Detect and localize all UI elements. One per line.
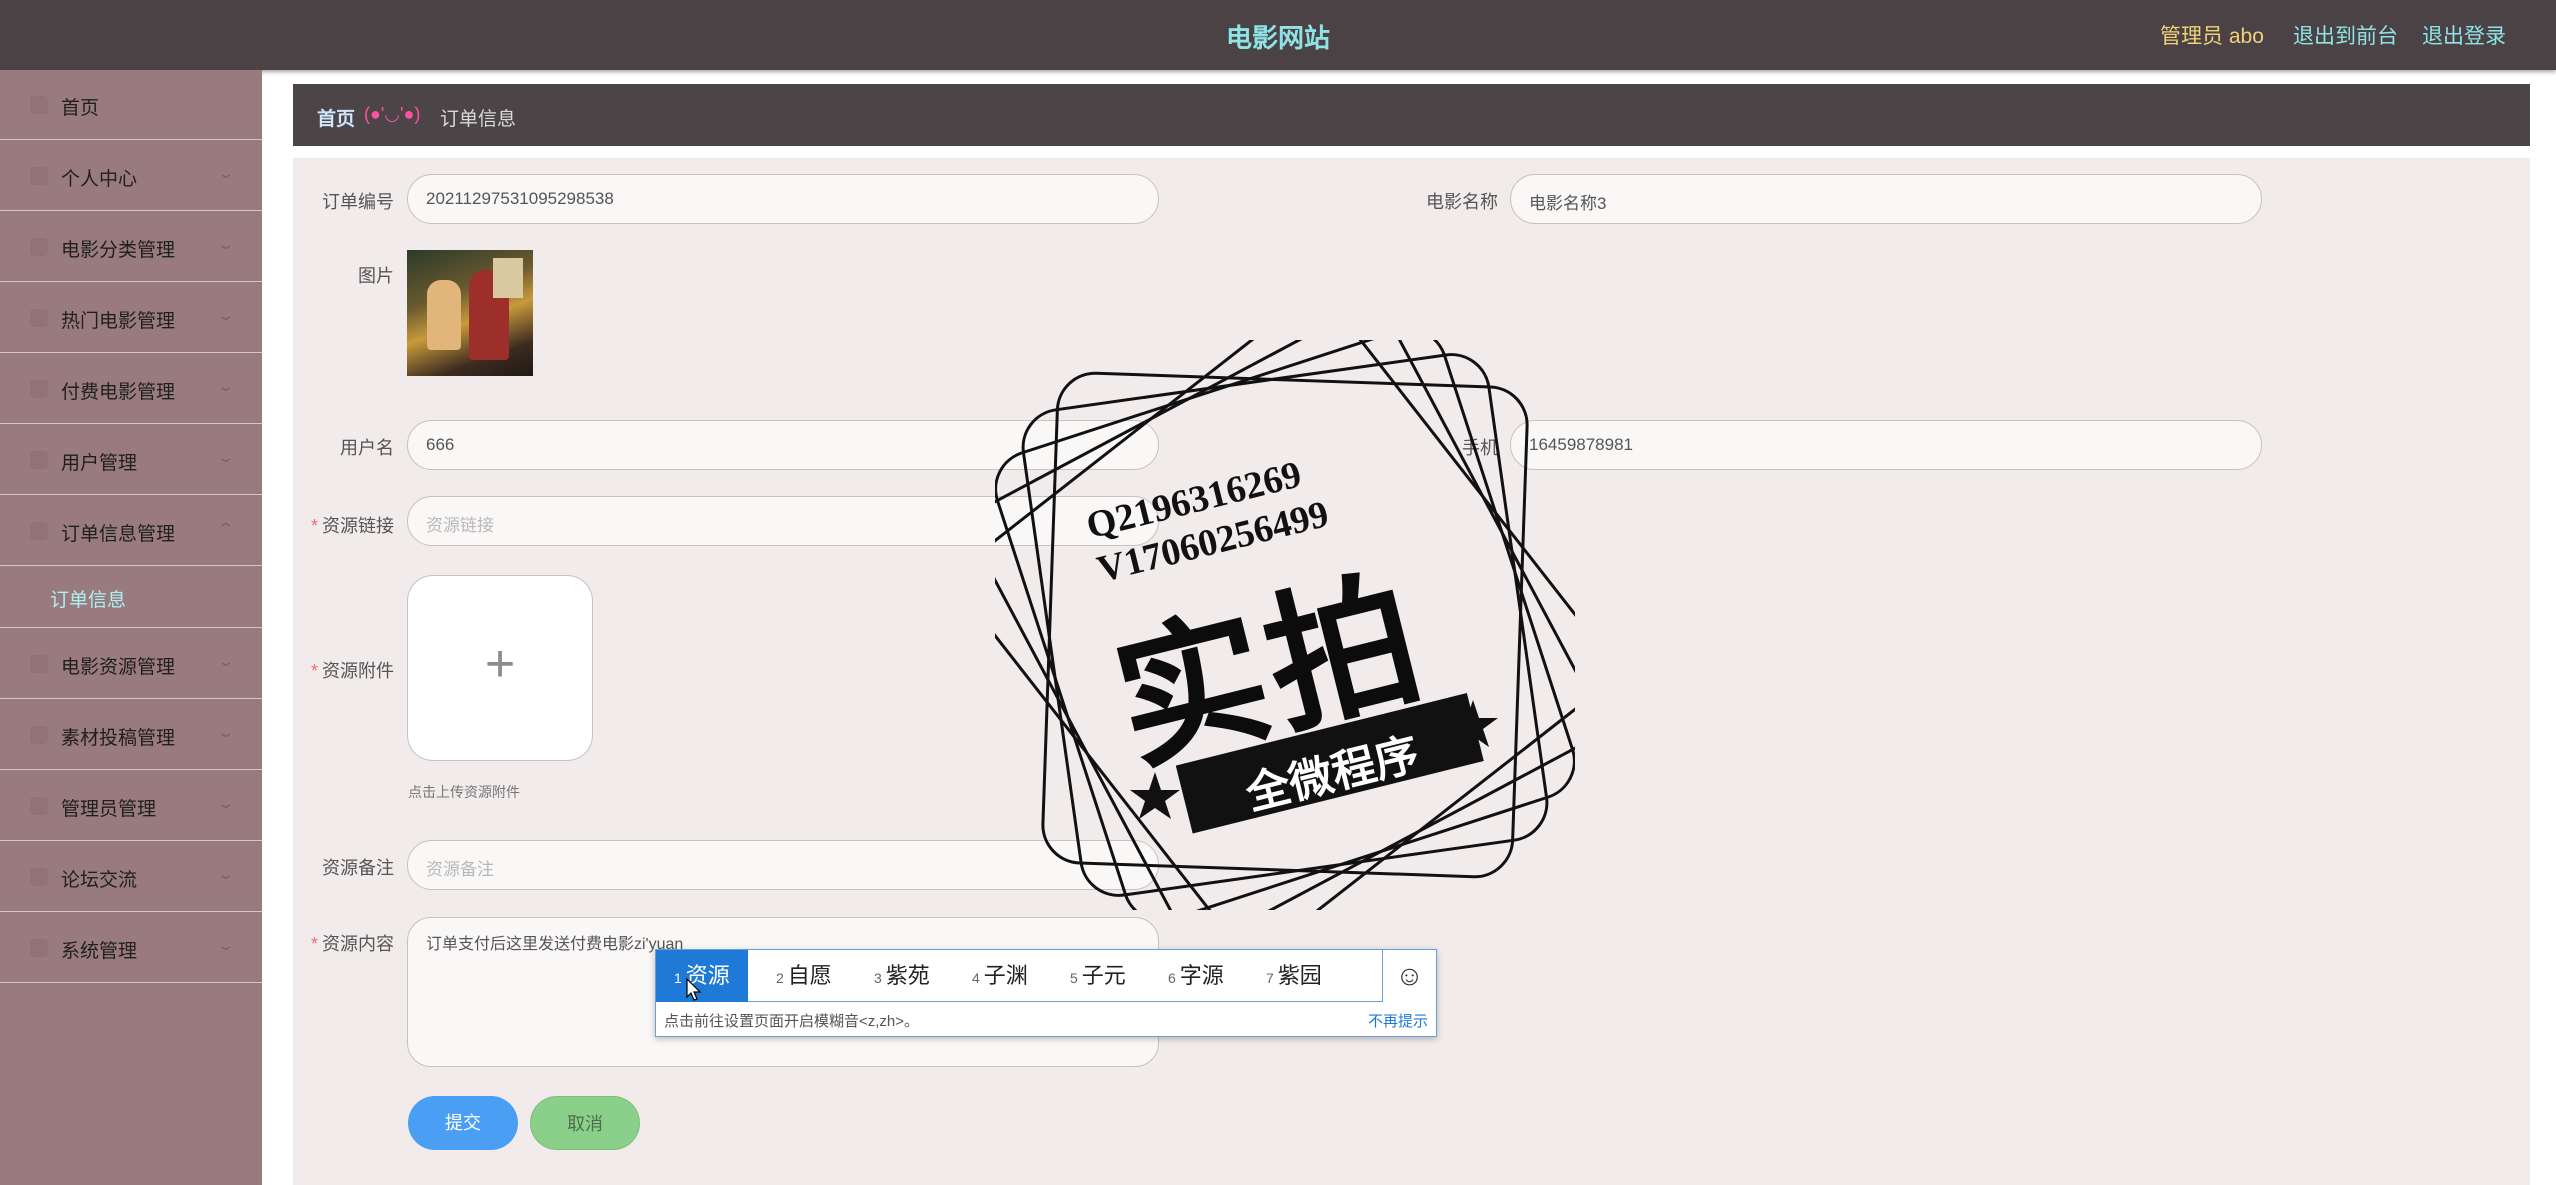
sidebar-item-order-management[interactable]: 订单信息管理 ⌃: [0, 496, 262, 566]
sidebar-item-label: 电影资源管理: [61, 657, 176, 678]
resource-content-label: * 资源内容: [310, 934, 394, 954]
sidebar-item-submissions[interactable]: 素材投稿管理 ⌄: [0, 700, 262, 770]
sidebar-item-movie-resources[interactable]: 电影资源管理 ⌄: [0, 629, 262, 699]
ime-hint-text: 点击前往设置页面开启模糊音<z,zh>。: [664, 1013, 920, 1030]
chevron-down-icon: ⌄: [216, 937, 236, 953]
user-icon: [30, 167, 48, 185]
exit-to-frontend-link[interactable]: 退出到前台: [2293, 20, 2398, 50]
submit-button[interactable]: 提交: [408, 1096, 518, 1150]
movie-poster-image: [407, 250, 533, 376]
resource-file-label: * 资源附件: [310, 661, 394, 681]
sidebar-item-label: 系统管理: [61, 941, 138, 962]
admin-icon: [30, 797, 48, 815]
chevron-down-icon: ⌄: [216, 866, 236, 882]
username-label: 用户名: [340, 438, 394, 458]
sidebar-item-forum[interactable]: 论坛交流 ⌄: [0, 842, 262, 912]
cancel-button[interactable]: 取消: [530, 1096, 640, 1150]
sidebar-item-label: 论坛交流: [61, 870, 138, 891]
sidebar-item-label: 电影分类管理: [61, 240, 176, 261]
sidebar-item-label: 用户管理: [61, 453, 138, 474]
poster-figure: [493, 258, 523, 298]
settings-icon: [30, 939, 48, 957]
emoji-icon[interactable]: ☺: [1382, 950, 1436, 1002]
resource-note-label: 资源备注: [322, 858, 394, 878]
forum-icon: [30, 868, 48, 886]
home-icon: [30, 96, 48, 114]
phone-field[interactable]: 16459878981: [1510, 420, 2262, 470]
sidebar-item-home[interactable]: 首页: [0, 70, 262, 140]
image-label: 图片: [358, 266, 394, 286]
breadcrumb-separator: (●'◡'●): [364, 104, 421, 124]
payment-icon: [30, 380, 48, 398]
ime-candidate-3[interactable]: 3 紫苑: [874, 950, 930, 1002]
sidebar-item-movie-category[interactable]: 电影分类管理 ⌄: [0, 212, 262, 282]
sidebar-subitem-order-info[interactable]: 订单信息: [0, 567, 262, 628]
sidebar-item-label: 订单信息管理: [61, 524, 176, 545]
plus-icon: +: [484, 635, 516, 693]
breadcrumb-home-link[interactable]: 首页: [317, 104, 355, 131]
ime-candidate-2[interactable]: 2 自愿: [776, 950, 832, 1002]
sidebar-item-label: 素材投稿管理: [61, 728, 176, 749]
top-bar: 电影网站 管理员 abo 退出到前台 退出登录: [0, 0, 2556, 70]
chevron-up-icon: ⌃: [216, 520, 236, 536]
ime-candidate-6[interactable]: 6 字源: [1168, 950, 1224, 1002]
order-icon: [30, 522, 48, 540]
chevron-down-icon: ⌄: [216, 795, 236, 811]
sidebar-item-admin-management[interactable]: 管理员管理 ⌄: [0, 771, 262, 841]
chevron-down-icon: ⌄: [216, 449, 236, 465]
chevron-down-icon: ⌄: [216, 653, 236, 669]
ime-dismiss-link[interactable]: 不再提示: [1368, 1010, 1428, 1031]
admin-user-label: 管理员 abo: [2160, 25, 2264, 48]
watermark-stamp: Q2196316269 V17060256499 实拍 全微程序: [962, 301, 1608, 949]
sidebar-item-system[interactable]: 系统管理 ⌄: [0, 913, 262, 983]
sidebar-item-paid-movies[interactable]: 付费电影管理 ⌄: [0, 354, 262, 424]
chevron-down-icon: ⌄: [216, 307, 236, 323]
sidebar-item-label: 热门电影管理: [61, 311, 176, 332]
upload-icon: [30, 726, 48, 744]
ime-candidate-7[interactable]: 7 紫园: [1266, 950, 1322, 1002]
ime-candidate-popup: 1 资源 2 自愿 3 紫苑 4 子渊 5 子元 6 字源 7 紫园 ☺ 点击前往设置页面开启…: [655, 949, 1437, 1037]
sidebar-item-hot-movies[interactable]: 热门电影管理 ⌄: [0, 283, 262, 353]
ime-candidate-row: 1 资源 2 自愿 3 紫苑 4 子渊 5 子元 6 字源 7 紫园 ☺: [656, 950, 1436, 1002]
resource-file-upload[interactable]: +: [407, 575, 593, 761]
sidebar-item-personal-center[interactable]: 个人中心 ⌄: [0, 141, 262, 211]
ime-candidate-4[interactable]: 4 子渊: [972, 950, 1028, 1002]
chevron-down-icon: ⌄: [216, 236, 236, 252]
resource-icon: [30, 655, 48, 673]
order-no-field[interactable]: 20211297531095298538: [407, 174, 1159, 224]
poster-figure: [427, 280, 461, 350]
sidebar-item-user-management[interactable]: 用户管理 ⌄: [0, 425, 262, 495]
movie-name-label: 电影名称: [1426, 192, 1498, 212]
breadcrumb: 首页 (●'◡'●) 订单信息: [293, 84, 2530, 146]
category-icon: [30, 238, 48, 256]
sidebar-item-label: 个人中心: [61, 169, 138, 190]
mouse-pointer-icon: [686, 978, 702, 1001]
resource-link-label: * 资源链接: [310, 516, 394, 536]
order-no-label: 订单编号: [322, 192, 394, 212]
chevron-down-icon: ⌄: [216, 378, 236, 394]
chevron-down-icon: ⌄: [216, 165, 236, 181]
breadcrumb-current: 订单信息: [440, 109, 517, 130]
sidebar: 首页 个人中心 ⌄ 电影分类管理 ⌄ 热门电影管理 ⌄ 付费电影管理 ⌄ 用户管…: [0, 70, 262, 1185]
sidebar-item-label: 付费电影管理: [61, 382, 176, 403]
users-icon: [30, 451, 48, 469]
upload-tip: 点击上传资源附件: [408, 784, 520, 800]
sidebar-item-label: 首页: [61, 98, 100, 119]
film-icon: [30, 309, 48, 327]
sidebar-item-label: 管理员管理: [61, 799, 157, 820]
chevron-down-icon: ⌄: [216, 724, 236, 740]
ime-candidate-5[interactable]: 5 子元: [1070, 950, 1126, 1002]
movie-name-field[interactable]: 电影名称3: [1510, 174, 2262, 224]
sidebar-subitem-label: 订单信息: [50, 590, 127, 611]
logout-link[interactable]: 退出登录: [2422, 20, 2506, 50]
